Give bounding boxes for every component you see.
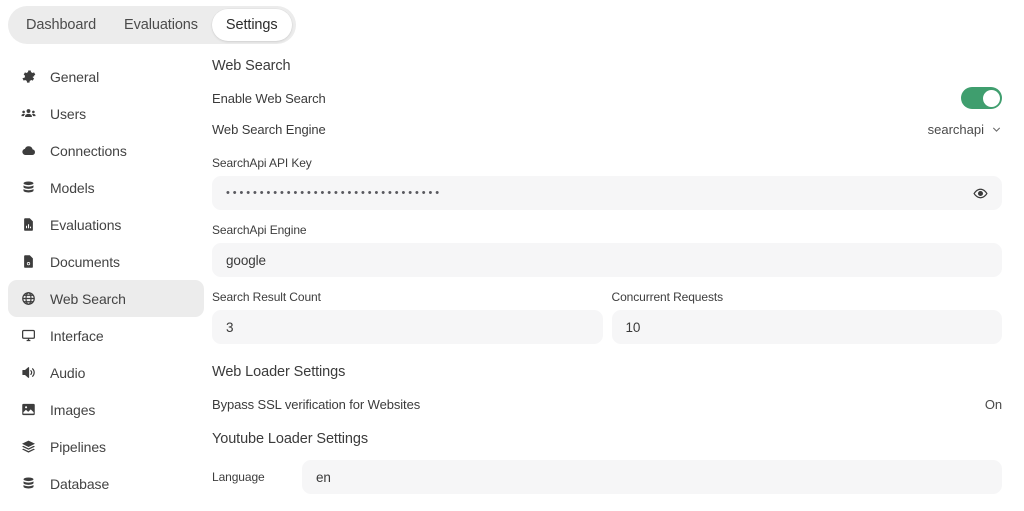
searchapi-engine-label: SearchApi Engine	[212, 223, 1002, 237]
field-api-key: SearchApi API Key ••••••••••••••••••••••…	[212, 156, 1002, 210]
tab-settings[interactable]: Settings	[212, 9, 292, 41]
sidebar-item-label: Users	[50, 106, 86, 122]
row-bypass-ssl: Bypass SSL verification for Websites On	[212, 393, 1002, 415]
section-heading-web-search: Web Search	[212, 58, 1002, 74]
sidebar-item-evaluations[interactable]: Evaluations	[8, 206, 204, 243]
search-result-count-label: Search Result Count	[212, 290, 603, 304]
concurrent-requests-value: 10	[626, 320, 641, 335]
sidebar-item-label: General	[50, 69, 99, 85]
sidebar-item-connections[interactable]: Connections	[8, 132, 204, 169]
sidebar-item-documents[interactable]: Documents	[8, 243, 204, 280]
eye-icon[interactable]	[972, 185, 988, 201]
sidebar-item-label: Images	[50, 402, 95, 418]
search-result-count-input[interactable]: 3	[212, 310, 603, 344]
sidebar-item-label: Database	[50, 476, 109, 492]
chevron-down-icon	[991, 124, 1002, 135]
field-concurrent-requests: Concurrent Requests 10	[612, 290, 1003, 344]
web-search-engine-label: Web Search Engine	[212, 122, 326, 137]
row-counts: Search Result Count 3 Concurrent Request…	[212, 290, 1002, 344]
sidebar-item-label: Pipelines	[50, 439, 106, 455]
field-searchapi-engine: SearchApi Engine google	[212, 223, 1002, 277]
sidebar-item-images[interactable]: Images	[8, 391, 204, 428]
tab-settings-label: Settings	[226, 17, 278, 33]
searchapi-engine-input[interactable]: google	[212, 243, 1002, 277]
sidebar-item-label: Web Search	[50, 291, 126, 307]
sidebar-item-label: Interface	[50, 328, 104, 344]
language-value: en	[316, 470, 331, 485]
section-heading-web-loader: Web Loader Settings	[212, 364, 1002, 380]
sidebar-item-label: Models	[50, 180, 95, 196]
file-doc-icon	[20, 253, 37, 270]
sidebar-item-label: Documents	[50, 254, 120, 270]
enable-web-search-toggle[interactable]	[961, 87, 1002, 109]
tab-evaluations-label: Evaluations	[124, 17, 198, 33]
searchapi-engine-value: google	[226, 253, 266, 268]
speaker-icon	[20, 364, 37, 381]
field-search-result-count: Search Result Count 3	[212, 290, 603, 344]
web-search-engine-value: searchapi	[928, 122, 984, 137]
concurrent-requests-label: Concurrent Requests	[612, 290, 1003, 304]
bypass-ssl-label: Bypass SSL verification for Websites	[212, 397, 420, 412]
bypass-ssl-value[interactable]: On	[985, 397, 1002, 412]
sidebar-item-users[interactable]: Users	[8, 95, 204, 132]
sidebar-item-models[interactable]: Models	[8, 169, 204, 206]
row-enable-web-search: Enable Web Search	[212, 87, 1002, 109]
settings-sidebar: General Users Connections Models Evaluat…	[8, 58, 204, 502]
sidebar-item-database[interactable]: Database	[8, 465, 204, 502]
monitor-icon	[20, 327, 37, 344]
toggle-knob	[983, 90, 1000, 107]
language-label: Language	[212, 470, 302, 484]
sidebar-item-pipelines[interactable]: Pipelines	[8, 428, 204, 465]
concurrent-requests-input[interactable]: 10	[612, 310, 1003, 344]
tab-evaluations[interactable]: Evaluations	[110, 9, 212, 41]
tab-dashboard-label: Dashboard	[26, 17, 96, 33]
sidebar-item-web-search[interactable]: Web Search	[8, 280, 204, 317]
cloud-icon	[20, 142, 37, 159]
row-web-search-engine: Web Search Engine searchapi	[212, 118, 1002, 140]
web-search-engine-select[interactable]: searchapi	[928, 122, 1002, 137]
layers-icon	[20, 438, 37, 455]
sidebar-item-interface[interactable]: Interface	[8, 317, 204, 354]
sidebar-item-label: Connections	[50, 143, 127, 159]
users-icon	[20, 105, 37, 122]
database-icon	[20, 179, 37, 196]
enable-web-search-label: Enable Web Search	[212, 91, 326, 106]
sidebar-item-audio[interactable]: Audio	[8, 354, 204, 391]
image-icon	[20, 401, 37, 418]
section-heading-youtube-loader: Youtube Loader Settings	[212, 431, 1002, 447]
settings-main-panel: Web Search Enable Web Search Web Search …	[212, 58, 1002, 494]
sidebar-item-general[interactable]: General	[8, 58, 204, 95]
api-key-input[interactable]: ••••••••••••••••••••••••••••••••	[212, 176, 1002, 210]
field-language: Language en	[212, 460, 1002, 494]
tab-dashboard[interactable]: Dashboard	[12, 9, 110, 41]
language-input[interactable]: en	[302, 460, 1002, 494]
gear-icon	[20, 68, 37, 85]
search-result-count-value: 3	[226, 320, 233, 335]
database-icon	[20, 475, 37, 492]
sidebar-item-label: Audio	[50, 365, 85, 381]
top-tab-bar: Dashboard Evaluations Settings	[8, 6, 296, 44]
globe-icon	[20, 290, 37, 307]
file-chart-icon	[20, 216, 37, 233]
api-key-label: SearchApi API Key	[212, 156, 1002, 170]
api-key-masked-value: ••••••••••••••••••••••••••••••••	[226, 188, 442, 199]
sidebar-item-label: Evaluations	[50, 217, 121, 233]
